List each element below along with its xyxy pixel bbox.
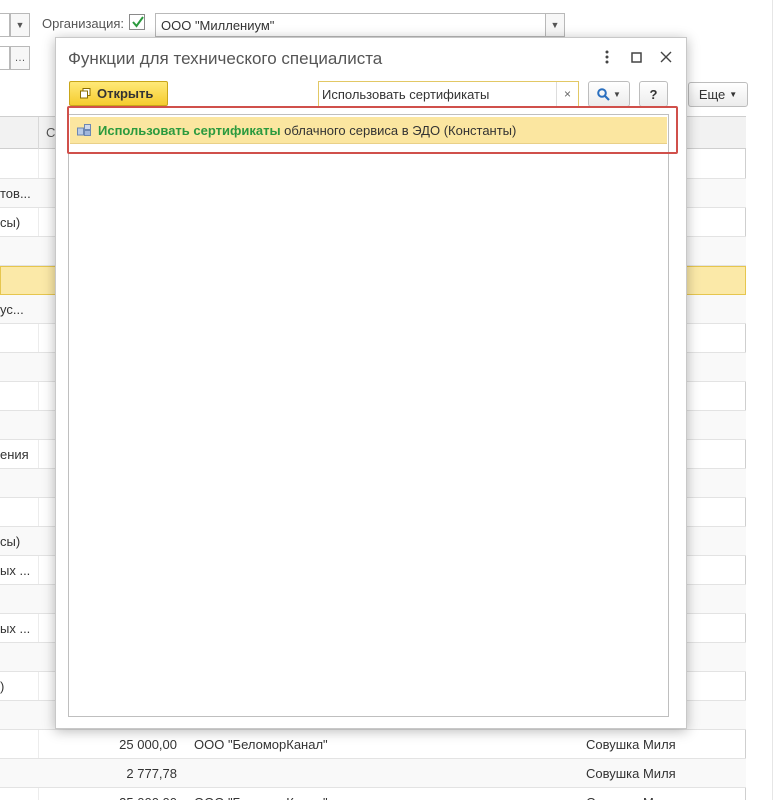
row-responsible: Совушка Миля <box>586 737 676 752</box>
period-field[interactable] <box>0 13 10 37</box>
open-button[interactable]: Открыть <box>69 81 168 106</box>
row-text: ых ... <box>0 621 31 636</box>
functions-dialog: Функции для технического специалиста Отк… <box>55 37 687 729</box>
row-counterparty: ООО "БеломорКанал" <box>194 737 328 752</box>
close-icon[interactable] <box>655 46 677 68</box>
result-highlight: Использовать сертификаты <box>98 122 281 138</box>
open-label: Открыть <box>97 86 154 101</box>
row-text: тов... <box>0 186 31 201</box>
search-button[interactable]: ▼ <box>588 81 630 107</box>
chevron-down-icon: ▼ <box>729 90 738 99</box>
maximize-icon[interactable] <box>625 46 647 68</box>
org-field[interactable]: ООО "Миллениум" <box>155 13 547 37</box>
row-text: сы) <box>0 215 21 230</box>
search-box[interactable]: × <box>318 81 579 107</box>
row-counterparty: ООО "БеломорКанал" <box>194 795 328 800</box>
row-responsible: Совушка Миля <box>586 766 676 781</box>
row-text: ых ... <box>0 563 31 578</box>
row-text: ) <box>0 679 5 694</box>
org-label: Организация: <box>42 16 125 31</box>
search-icon <box>597 87 610 101</box>
period-dropdown-button[interactable]: ▼ <box>10 13 30 37</box>
help-button[interactable]: ? <box>639 81 668 107</box>
chevron-down-icon: ▼ <box>613 89 621 99</box>
filter-select-button[interactable]: … <box>10 46 30 70</box>
org-value: ООО "Миллениум" <box>161 18 275 33</box>
more-actions-icon[interactable] <box>596 46 618 68</box>
table-row[interactable]: 2 777,78 Совушка Миля <box>0 759 746 788</box>
more-label: Еще <box>698 87 726 102</box>
search-input[interactable] <box>322 85 552 103</box>
list-item[interactable]: Использовать сертификаты облачного серви… <box>70 117 667 144</box>
clear-search-icon[interactable]: × <box>556 82 578 106</box>
row-text: ения <box>0 447 29 462</box>
row-amount: 25 000,00 <box>119 737 177 752</box>
row-responsible: Совушка Миля <box>586 795 676 800</box>
row-amount: 25 000,00 <box>119 795 177 800</box>
filter-field[interactable] <box>0 46 10 70</box>
window-edge <box>772 0 773 800</box>
org-dropdown-button[interactable]: ▼ <box>545 13 565 37</box>
org-checkbox[interactable] <box>129 14 145 30</box>
open-icon <box>80 88 91 99</box>
table-row[interactable]: 25 000,00 ООО "БеломорКанал" Совушка Миля <box>0 730 746 759</box>
row-text: ус... <box>0 302 24 317</box>
dialog-title: Функции для технического специалиста <box>68 49 383 68</box>
column-header: С <box>46 125 56 140</box>
row-text: сы) <box>0 534 21 549</box>
result-text: облачного сервиса в ЭДО (Константы) <box>280 122 517 138</box>
more-button[interactable]: Еще ▼ <box>688 82 748 107</box>
checkmark-icon <box>132 16 144 28</box>
column-separator <box>38 117 39 149</box>
table-row[interactable]: 25 000,00 ООО "БеломорКанал" Совушка Миля <box>0 788 746 800</box>
row-amount: 2 777,78 <box>126 766 177 781</box>
results-list: Использовать сертификаты облачного серви… <box>68 114 669 717</box>
constant-icon <box>77 124 91 136</box>
